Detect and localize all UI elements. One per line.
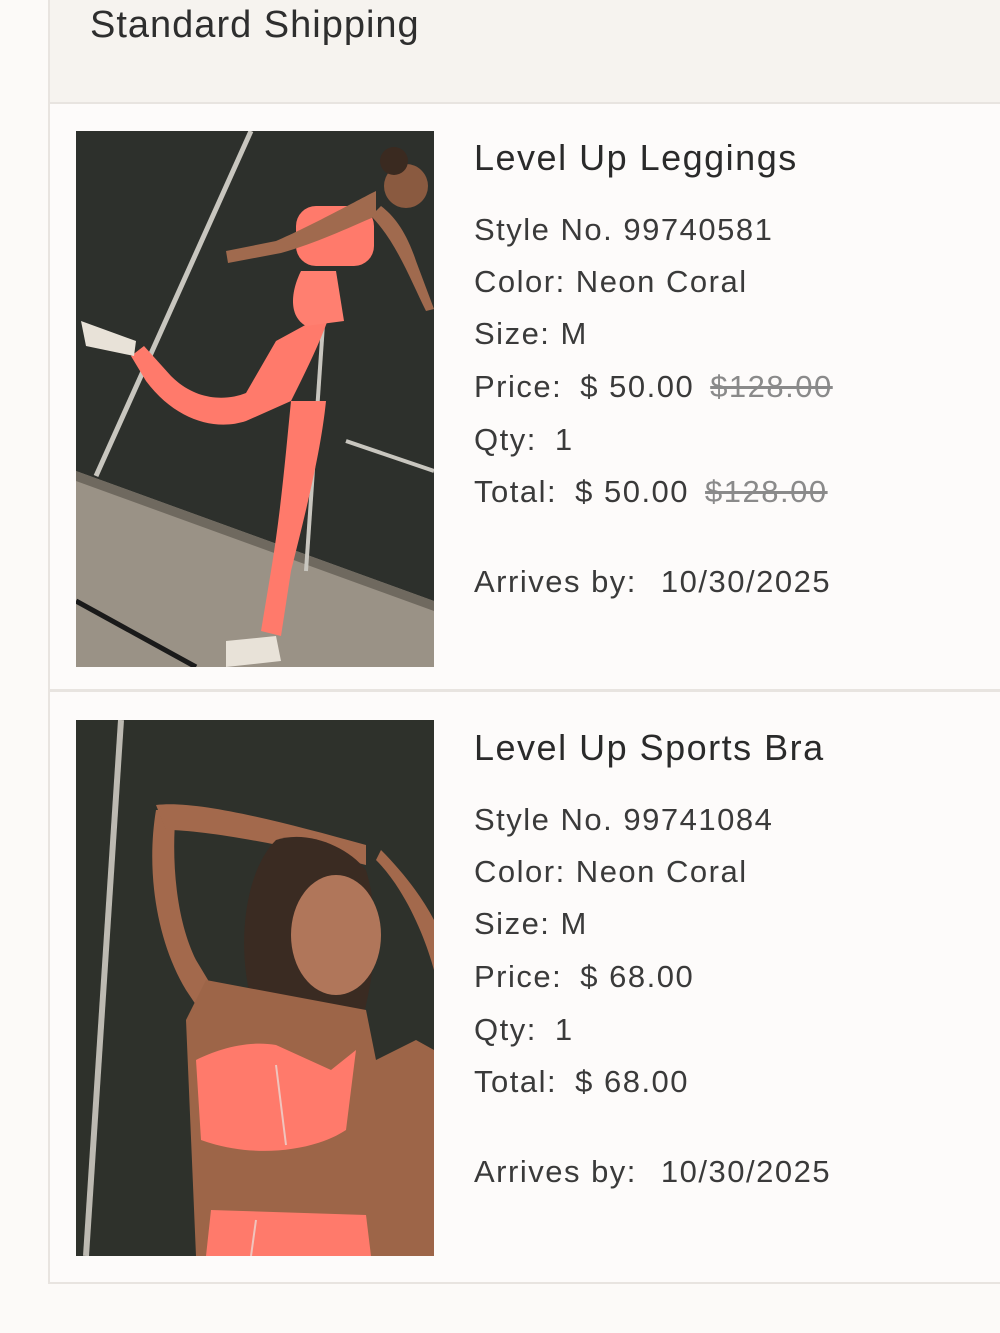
total-line: Total: $ 68.00 [474, 1064, 689, 1100]
price-line: Price: $ 50.00 $128.00 [474, 369, 833, 405]
sale-price: $ 50.00 [580, 369, 695, 404]
product-image-leggings[interactable] [76, 131, 434, 667]
qty-line: Qty: 1 [474, 1012, 574, 1048]
qty-line: Qty: 1 [474, 422, 574, 458]
qty-label: Qty: [474, 422, 537, 457]
total-label: Total: [474, 1064, 558, 1099]
original-price: $128.00 [710, 369, 833, 404]
total-label: Total: [474, 474, 558, 509]
total-value: $ 68.00 [575, 1064, 690, 1099]
size-value: Size: M [474, 906, 588, 941]
shipping-method-title: Standard Shipping [90, 4, 420, 46]
shipping-method-header: Standard Shipping [50, 0, 1000, 104]
order-item: Level Up Sports Bra Style No. 99741084 C… [50, 694, 1000, 1282]
total-line: Total: $ 50.00 $128.00 [474, 474, 828, 510]
style-number: Style No. 99741084 [474, 802, 774, 837]
arrival-line: Arrives by: 10/30/2025 [474, 1154, 831, 1190]
product-name[interactable]: Level Up Leggings [474, 137, 798, 179]
arrival-date: 10/30/2025 [660, 564, 832, 599]
price-value: $ 68.00 [580, 959, 695, 994]
size-value: Size: M [474, 316, 588, 351]
price-label: Price: [474, 369, 563, 404]
color-value: Color: Neon Coral [474, 264, 748, 299]
price-label: Price: [474, 959, 563, 994]
price-line: Price: $ 68.00 [474, 959, 694, 995]
product-name[interactable]: Level Up Sports Bra [474, 727, 825, 769]
order-shipment-block: Standard Shipping Level Up Leggings Styl… [48, 0, 1000, 1284]
total-value: $ 50.00 [575, 474, 690, 509]
arrival-date: 10/30/2025 [660, 1154, 832, 1189]
color-value: Color: Neon Coral [474, 854, 748, 889]
qty-label: Qty: [474, 1012, 537, 1047]
qty-value: 1 [554, 1012, 574, 1047]
product-image-sports-bra[interactable] [76, 720, 434, 1256]
order-item: Level Up Leggings Style No. 99740581 Col… [50, 104, 1000, 692]
qty-value: 1 [554, 422, 574, 457]
arrival-label: Arrives by: [474, 1154, 637, 1189]
arrival-line: Arrives by: 10/30/2025 [474, 564, 831, 600]
style-number: Style No. 99740581 [474, 212, 774, 247]
arrival-label: Arrives by: [474, 564, 637, 599]
original-total: $128.00 [705, 474, 828, 509]
